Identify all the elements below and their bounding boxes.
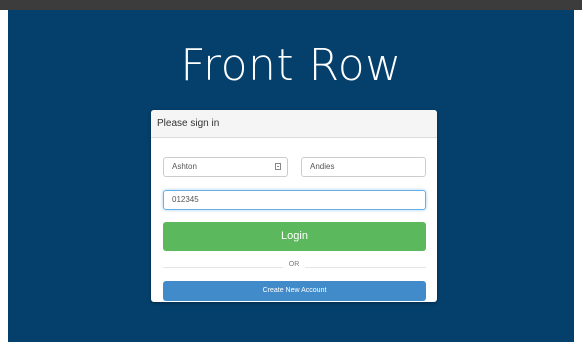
first-name-value: Ashton <box>172 162 197 171</box>
or-separator: OR <box>151 261 437 268</box>
last-name-field[interactable]: Andies <box>301 157 426 177</box>
first-name-field[interactable]: Ashton <box>163 157 288 177</box>
id-card-icon <box>275 163 281 170</box>
window-top-bar <box>0 0 582 10</box>
panel-heading: Please sign in <box>151 110 437 138</box>
brand-title: Front Row <box>180 40 402 91</box>
signin-panel: Please sign in Ashton Andies 012345 Logi… <box>151 110 437 302</box>
code-value: 012345 <box>172 195 199 204</box>
code-field[interactable]: 012345 <box>163 190 426 210</box>
login-button[interactable]: Login <box>163 222 426 251</box>
create-account-button[interactable]: Create New Account <box>163 281 426 301</box>
login-page: Front Row Please sign in Ashton Andies 0… <box>8 10 574 342</box>
or-label: OR <box>282 261 306 268</box>
last-name-value: Andies <box>310 162 335 171</box>
